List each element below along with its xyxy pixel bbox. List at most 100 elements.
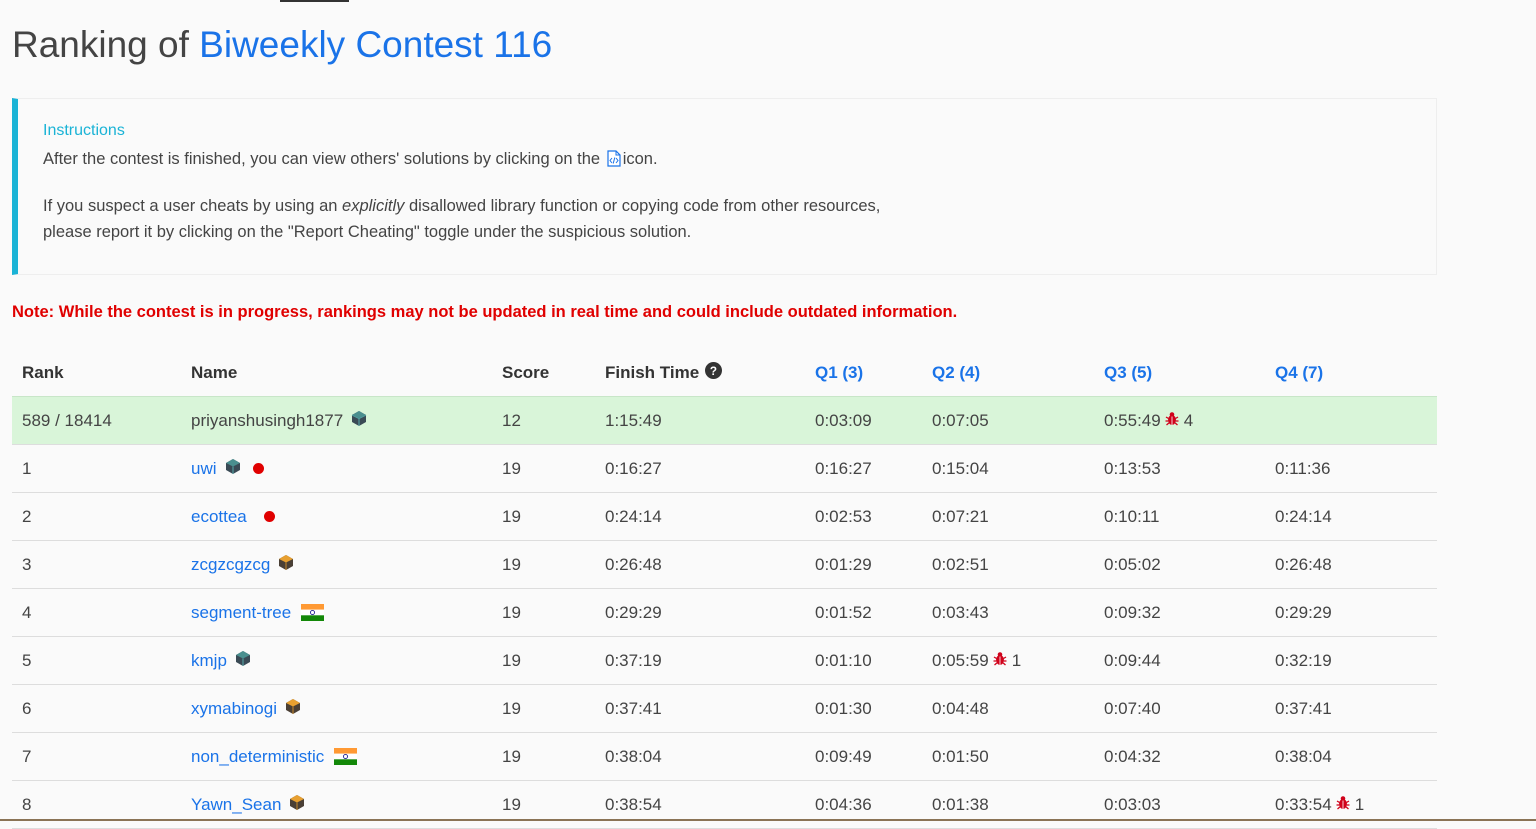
score-cell: 19 <box>502 506 521 526</box>
q4-bug-count: 1 <box>1354 794 1365 814</box>
header-q3[interactable]: Q3 (5) <box>1104 350 1152 396</box>
q3-cell: 0:04:32 <box>1104 746 1161 766</box>
user-link[interactable]: zcgzcgzcg <box>191 555 270 575</box>
q3-bug-count: 4 <box>1183 410 1194 430</box>
q2-cell: 0:15:04 <box>932 458 989 478</box>
finish-time-cell: 0:29:29 <box>605 602 662 622</box>
instructions-line-2-before: If you suspect a user cheats by using an <box>43 197 338 215</box>
code-file-icon <box>607 149 621 175</box>
q2-cell: 0:04:48 <box>932 698 989 718</box>
table-row: 1 uwi 19 0:16:27 0:16:27 0:15:04 0:13:53… <box>12 445 1437 493</box>
q2-cell: 0:05:59 1 <box>932 637 1021 684</box>
table-row: 2 ecottea 19 0:24:14 0:02:53 0:07:21 0:1… <box>12 493 1437 541</box>
q3-time: 0:55:49 <box>1104 410 1161 430</box>
table-row: 3 zcgzcgzcg 19 0:26:48 0:01:29 0:02:51 0… <box>12 541 1437 589</box>
title-prefix: Ranking of <box>12 24 189 65</box>
instructions-emphasis: explicitly <box>342 197 405 215</box>
finish-time-cell: 0:38:04 <box>605 746 662 766</box>
header-q4[interactable]: Q4 (7) <box>1275 350 1323 396</box>
header-q2[interactable]: Q2 (4) <box>932 350 980 396</box>
header-finish-time: Finish Time ? <box>605 350 723 396</box>
instructions-line-3: please report it by clicking on the "Rep… <box>43 223 692 241</box>
finish-time-cell: 1:15:49 <box>605 410 662 430</box>
rank-cell: 4 <box>22 602 32 622</box>
finish-time-cell: 0:37:19 <box>605 650 662 670</box>
score-cell: 19 <box>502 602 521 622</box>
name-cell: kmjp <box>191 637 251 684</box>
score-cell: 19 <box>502 554 521 574</box>
bug-icon <box>993 651 1007 671</box>
name-cell: non_deterministic <box>191 733 358 780</box>
name-cell: segment-tree <box>191 589 325 636</box>
name-cell: zcgzcgzcg <box>191 541 294 588</box>
q1-cell: 0:01:30 <box>815 698 872 718</box>
user-link[interactable]: non_deterministic <box>191 747 324 767</box>
username: priyanshusingh1877 <box>191 410 344 430</box>
q1-cell: 0:01:10 <box>815 650 872 670</box>
q4-cell: 0:24:14 <box>1275 506 1332 526</box>
q1-cell: 0:01:52 <box>815 602 872 622</box>
name-cell: ecottea <box>191 493 275 540</box>
header-q1[interactable]: Q1 (3) <box>815 350 863 396</box>
user-link[interactable]: segment-tree <box>191 603 291 623</box>
ranking-table: Rank Name Score Finish Time ? Q1 (3) Q2 … <box>12 350 1437 829</box>
q3-cell: 0:09:44 <box>1104 650 1161 670</box>
cube-badge-icon <box>278 554 294 576</box>
table-row: 6 xymabinogi 19 0:37:41 0:01:30 0:04:48 … <box>12 685 1437 733</box>
q3-cell: 0:09:32 <box>1104 602 1161 622</box>
table-row-current-user: 589 / 18414 priyanshusingh1877 12 1:15:4… <box>12 396 1437 445</box>
rank-cell: 7 <box>22 746 32 766</box>
header-finish-label: Finish Time <box>605 363 700 382</box>
table-row: 5 kmjp 19 0:37:19 0:01:10 0:05:59 1 0:09… <box>12 637 1437 685</box>
instructions-line-1-after: icon. <box>622 150 658 168</box>
q2-cell: 0:07:21 <box>932 506 989 526</box>
q4-cell: 0:32:19 <box>1275 650 1332 670</box>
header-rank: Rank <box>22 363 64 382</box>
q2-cell: 0:07:05 <box>932 410 989 430</box>
user-link[interactable]: xymabinogi <box>191 699 277 719</box>
q2-bug-count: 1 <box>1011 650 1022 670</box>
instructions-panel: Instructions After the contest is finish… <box>12 98 1437 275</box>
q1-cell: 0:03:09 <box>815 410 872 430</box>
rank-cell: 6 <box>22 698 32 718</box>
table-row: 4 segment-tree 19 0:29:29 0:01:52 0:03:4… <box>12 589 1437 637</box>
page-title: Ranking of Biweekly Contest 116 <box>12 24 552 66</box>
q3-cell: 0:07:40 <box>1104 698 1161 718</box>
finish-time-cell: 0:24:14 <box>605 506 662 526</box>
table-row: 7 non_deterministic 19 0:38:04 0:09:49 0… <box>12 733 1437 781</box>
contest-link[interactable]: Biweekly Contest 116 <box>199 24 552 65</box>
user-link[interactable]: ecottea <box>191 507 247 527</box>
user-link[interactable]: Yawn_Sean <box>191 795 281 815</box>
cube-badge-icon <box>235 650 251 672</box>
rank-cell: 5 <box>22 650 32 670</box>
score-cell: 19 <box>502 458 521 478</box>
score-cell: 19 <box>502 698 521 718</box>
user-link[interactable]: uwi <box>191 459 217 479</box>
finish-time-cell: 0:26:48 <box>605 554 662 574</box>
user-link[interactable]: kmjp <box>191 651 227 671</box>
q2-cell: 0:01:50 <box>932 746 989 766</box>
instructions-line-1: After the contest is finished, you can v… <box>43 146 1436 175</box>
q1-cell: 0:16:27 <box>815 458 872 478</box>
help-circle-icon[interactable]: ? <box>705 362 723 384</box>
finish-time-cell: 0:16:27 <box>605 458 662 478</box>
svg-text:?: ? <box>710 365 717 378</box>
cube-badge-icon <box>289 794 305 816</box>
cube-badge-icon <box>285 698 301 720</box>
japan-flag-icon <box>263 511 275 522</box>
q4-cell: 0:26:48 <box>1275 554 1332 574</box>
progress-note: Note: While the contest is in progress, … <box>12 303 958 321</box>
score-cell: 19 <box>502 650 521 670</box>
name-cell: xymabinogi <box>191 685 301 732</box>
rank-cell: 1 <box>22 458 32 478</box>
finish-time-cell: 0:37:41 <box>605 698 662 718</box>
score-cell: 12 <box>502 410 521 430</box>
instructions-line-2: If you suspect a user cheats by using an… <box>43 193 1436 245</box>
q4-cell: 0:11:36 <box>1275 458 1331 478</box>
rank-cell: 589 / 18414 <box>22 410 112 430</box>
q1-cell: 0:02:53 <box>815 506 872 526</box>
top-tab-indicator <box>280 0 349 2</box>
q3-cell: 0:55:49 4 <box>1104 397 1193 444</box>
instructions-line-1-before: After the contest is finished, you can v… <box>43 150 601 168</box>
q2-cell: 0:03:43 <box>932 602 989 622</box>
